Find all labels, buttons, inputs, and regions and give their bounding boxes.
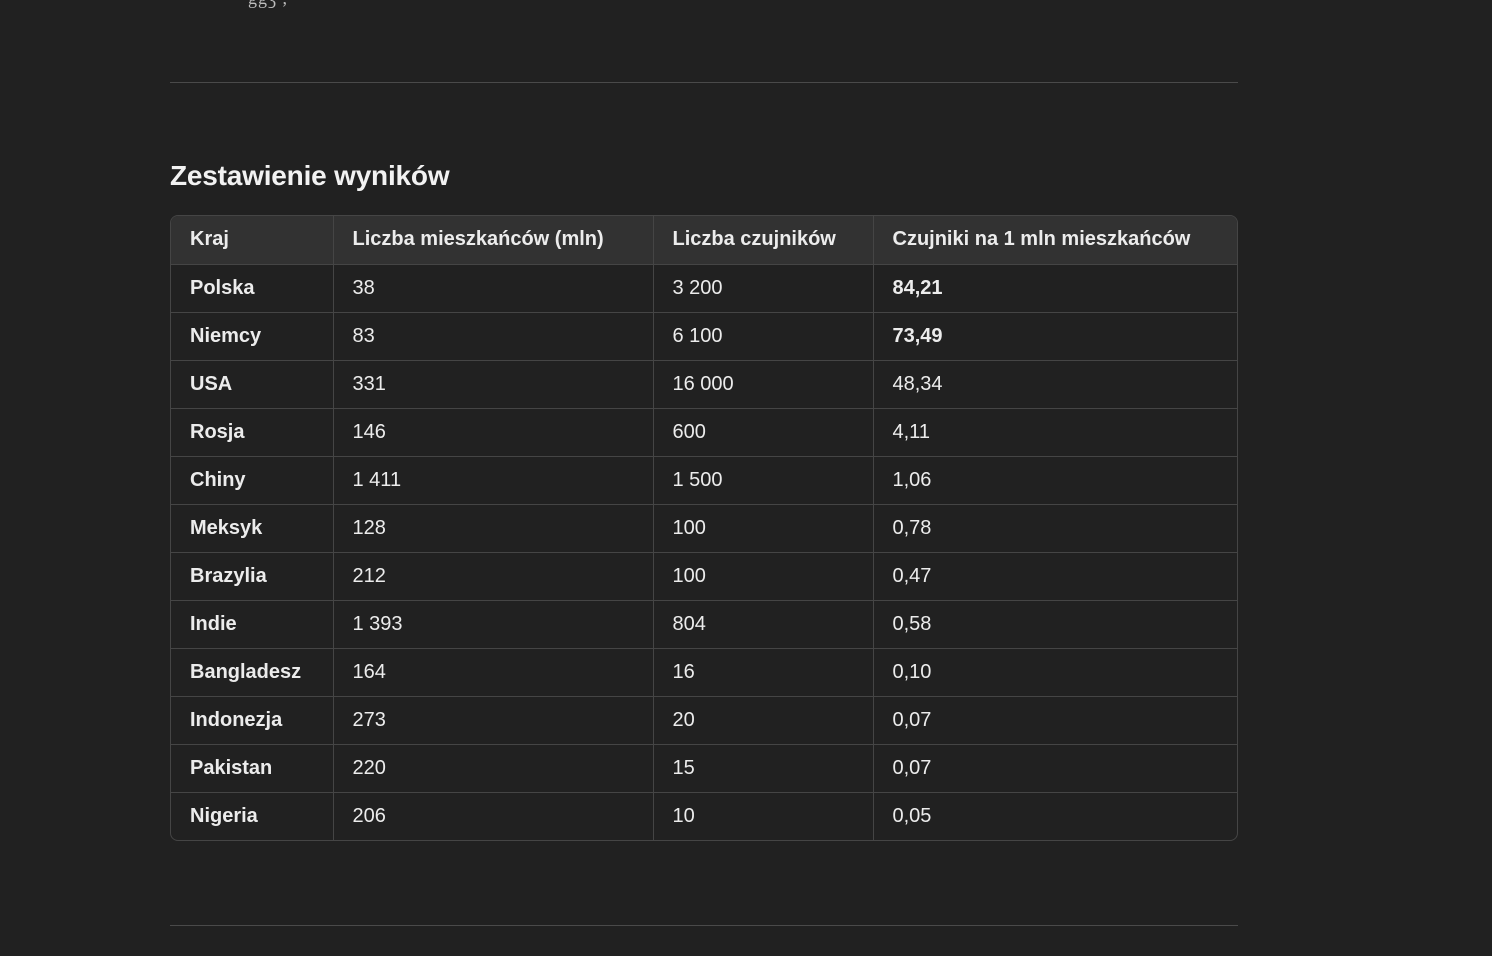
cell-population: 273: [333, 696, 654, 745]
cell-country: Polska: [171, 264, 334, 313]
cell-population: 38: [333, 264, 654, 313]
cell-per-million: 1,06: [873, 456, 1237, 505]
cell-country: Chiny: [171, 456, 334, 505]
cell-per-million: 0,05: [892, 804, 932, 827]
cell-sensors: 20: [653, 696, 874, 745]
cell-sensors: 804: [653, 600, 874, 649]
header-sensors: Liczba czujników: [653, 216, 874, 265]
cell-population: 1 411: [333, 456, 654, 505]
cell-country: Indonezja: [171, 696, 334, 745]
cell-sensors: 16 000: [653, 360, 874, 409]
table-header: Kraj Liczba mieszkańców (mln) Liczba czu…: [171, 216, 1237, 265]
cell-per-million: 0,58: [873, 600, 1237, 649]
previous-text-fragment: ggʒ ,: [248, 0, 288, 9]
table-row: USA 331 16 000 48,34: [171, 360, 1237, 409]
cell-country: Rosja: [171, 408, 334, 457]
cell-per-million: 0,07: [873, 744, 1237, 793]
cell-sensors: 16: [653, 648, 874, 697]
table-row: Niemcy 83 6 100 73,49: [171, 312, 1237, 361]
table-header-row: Kraj Liczba mieszkańców (mln) Liczba czu…: [171, 216, 1237, 265]
cell-sensors: 1 500: [653, 456, 874, 505]
chat-response-page: ggʒ , Zestawienie wyników Kraj Liczba mi…: [0, 0, 1492, 956]
header-population: Liczba mieszkańców (mln): [333, 216, 654, 265]
section-divider-bottom: [170, 925, 1238, 926]
table-row: Brazylia 212 100 0,47: [171, 552, 1237, 601]
cell-country: Nigeria: [171, 792, 334, 840]
section-divider-top: [170, 82, 1238, 83]
cell-per-million: 48,34: [873, 360, 1237, 409]
table-row: Chiny 1 411 1 500 1,06: [171, 456, 1237, 505]
cell-country: USA: [171, 360, 334, 409]
cell-per-million: 0,07: [873, 696, 1237, 745]
table-row: Indie 1 393 804 0,58: [171, 600, 1237, 649]
cell-per-million: 0,10: [873, 648, 1237, 697]
cell-country: Indie: [171, 600, 334, 649]
cell-country: Pakistan: [171, 744, 334, 793]
results-table-container: Kraj Liczba mieszkańców (mln) Liczba czu…: [170, 215, 1238, 841]
cell-per-million: 0,47: [873, 552, 1237, 601]
table-row: Polska 38 3 200 84,21: [171, 264, 1237, 313]
section-title: Zestawienie wyników: [170, 160, 450, 191]
cell-sensors: 15: [653, 744, 874, 793]
cell-country: Meksyk: [171, 504, 334, 553]
cell-sensors: 600: [653, 408, 874, 457]
cell-per-million: 84,21: [873, 264, 1237, 313]
cell-population: 128: [333, 504, 654, 553]
cell-country: Niemcy: [171, 312, 334, 361]
cell-sensors: 3 200: [653, 264, 874, 313]
cell-population: 146: [333, 408, 654, 457]
table-row: Indonezja 273 20 0,07: [171, 696, 1237, 745]
table-row: Meksyk 128 100 0,78: [171, 504, 1237, 553]
table-row: Pakistan 220 15 0,07: [171, 744, 1237, 793]
header-country: Kraj: [171, 216, 334, 265]
cell-population: 83: [333, 312, 654, 361]
cell-population: 1 393: [333, 600, 654, 649]
cell-country: Brazylia: [171, 552, 334, 601]
cell-sensors: 100: [653, 504, 874, 553]
table-body: Polska 38 3 200 84,21 Niemcy 83 6 100 73…: [171, 264, 1237, 840]
cell-population: 206: [333, 792, 654, 840]
cell-population: 164: [333, 648, 654, 697]
header-per-million: Czujniki na 1 mln mieszkańców: [873, 216, 1237, 265]
cell-sensors: 10: [653, 792, 874, 840]
cell-country: Bangladesz: [171, 648, 334, 697]
cell-population: 220: [333, 744, 654, 793]
table-row: Rosja 146 600 4,11: [171, 408, 1237, 457]
table-row: Nigeria 206 10 0,05: [171, 792, 1237, 840]
cell-per-million: 4,11: [873, 408, 1237, 457]
cell-population: 212: [333, 552, 654, 601]
cell-per-million: 0,78: [873, 504, 1237, 553]
cell-sensors: 6 100: [653, 312, 874, 361]
cell-population: 331: [333, 360, 654, 409]
results-table: Kraj Liczba mieszkańców (mln) Liczba czu…: [171, 216, 1237, 840]
table-row: Bangladesz 164 16 0,10: [171, 648, 1237, 697]
cell-sensors: 100: [653, 552, 874, 601]
cell-per-million: 73,49: [873, 312, 1237, 361]
